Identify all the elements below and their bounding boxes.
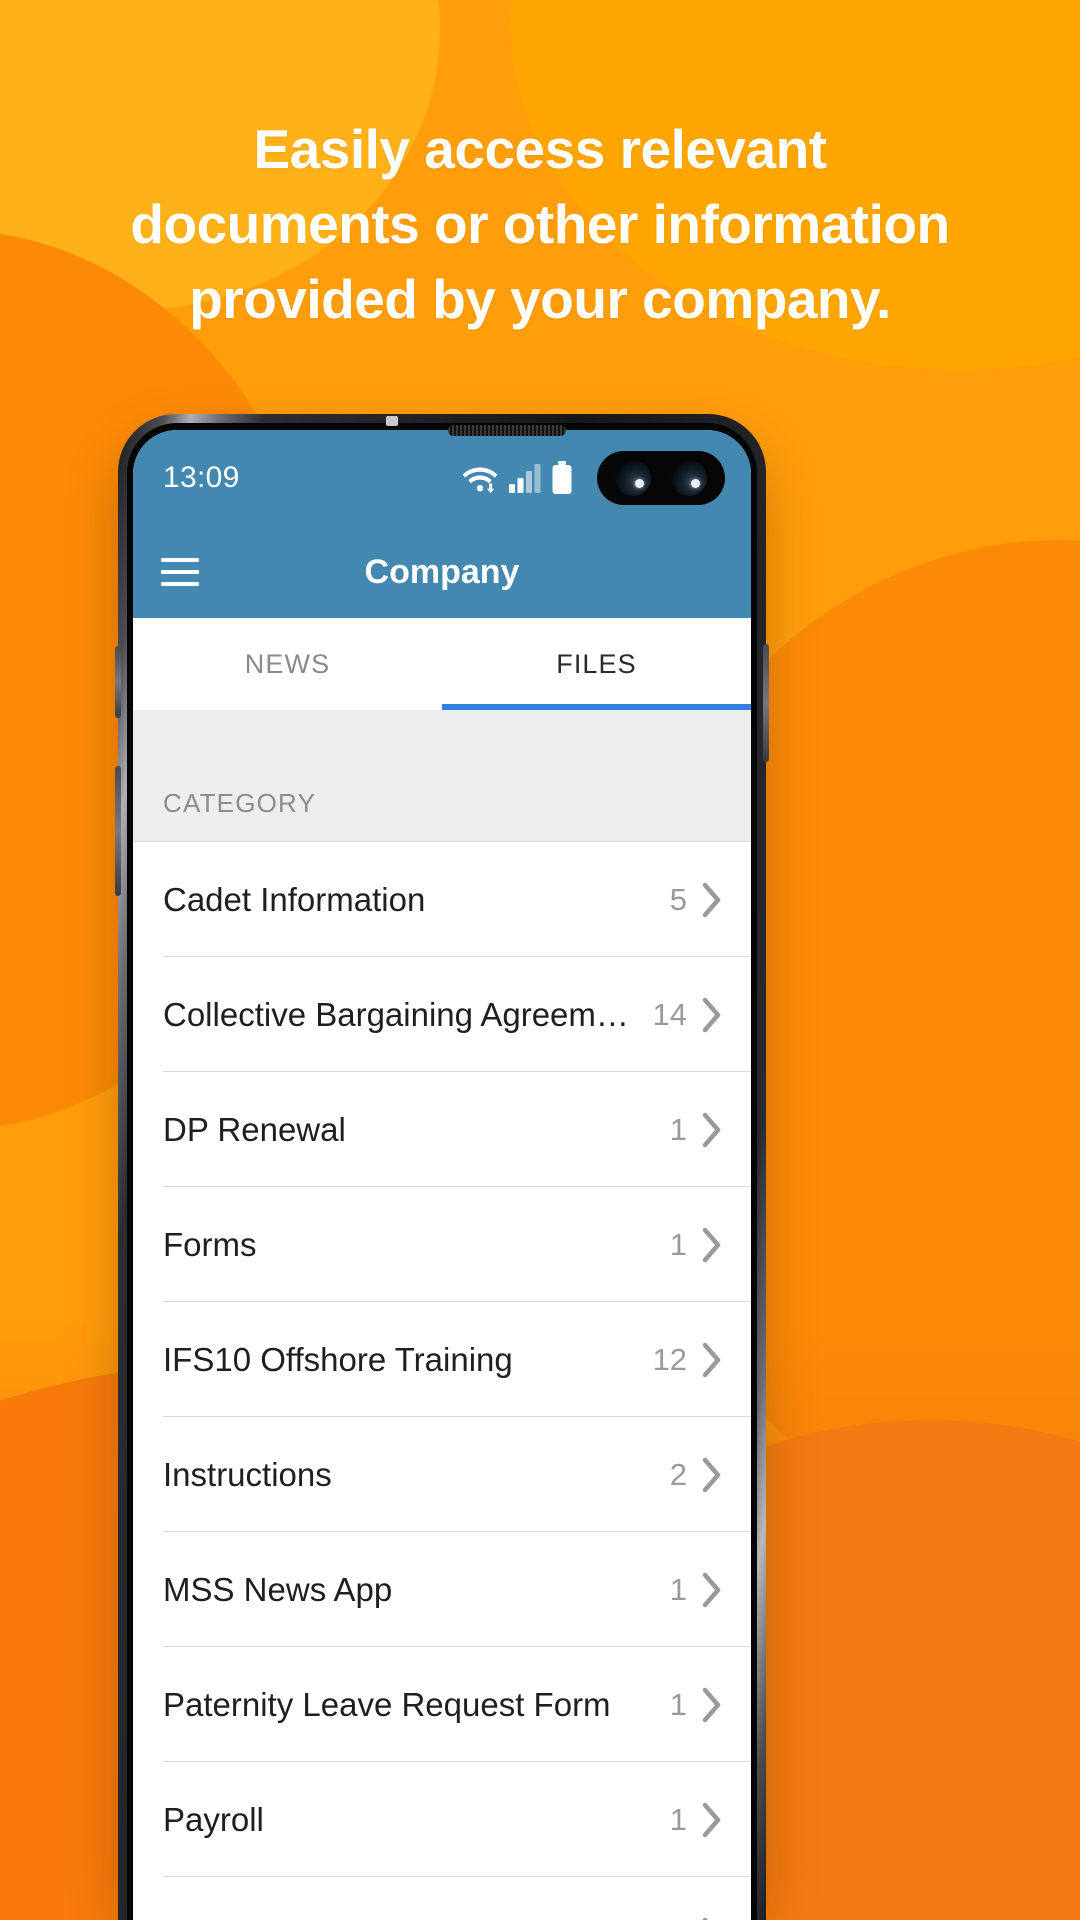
hamburger-menu-icon[interactable] xyxy=(161,558,199,586)
list-item-label: Paternity Leave Request Form xyxy=(163,1685,611,1723)
list-item[interactable]: Privacy Statement 1 xyxy=(133,1877,751,1920)
list-item-label: Privacy Statement xyxy=(163,1916,670,1920)
battery-icon xyxy=(552,461,572,494)
promo-screenshot: Easily access relevant documents or othe… xyxy=(0,0,1080,1920)
list-item[interactable]: Cadet Information 5 xyxy=(133,842,751,957)
headline-line-3: provided by your company. xyxy=(189,268,891,330)
list-item[interactable]: Forms 1 xyxy=(133,1187,751,1302)
camera-lens xyxy=(671,460,707,496)
chevron-right-icon xyxy=(702,1342,721,1377)
chevron-right-icon xyxy=(702,1112,721,1147)
list-item-label: DP Renewal xyxy=(163,1110,346,1148)
chevron-right-icon xyxy=(702,997,721,1032)
headline-line-1: Easily access relevant xyxy=(253,118,827,180)
list-item[interactable]: Paternity Leave Request Form 1 xyxy=(133,1647,751,1762)
tab-bar: NEWS FILES xyxy=(133,618,751,710)
list-item[interactable]: IFS10 Offshore Training 12 xyxy=(133,1302,751,1417)
chevron-right-icon xyxy=(702,882,721,917)
list-item-label: Payroll xyxy=(163,1800,264,1838)
front-camera-cutout xyxy=(597,451,725,505)
list-item-count: 1 xyxy=(669,1686,687,1722)
list-item-label: Instructions xyxy=(163,1455,332,1493)
list-item-count: 1 xyxy=(670,1917,687,1920)
phone-mockup: 13:09 Company NEWS FILES CATEGORY Cadet … xyxy=(115,414,769,1920)
list-item[interactable]: Instructions 2 xyxy=(133,1417,751,1532)
signal-icon xyxy=(509,464,541,493)
phone-volume-button[interactable] xyxy=(115,766,121,896)
list-item[interactable]: Collective Bargaining Agreements (C... 1… xyxy=(133,957,751,1072)
list-item-count: 1 xyxy=(669,1226,687,1262)
chevron-right-icon xyxy=(702,1687,721,1722)
list-item-label: Collective Bargaining Agreements (C... xyxy=(163,995,653,1033)
phone-bixby-button[interactable] xyxy=(115,646,121,718)
chevron-right-icon xyxy=(702,1227,721,1262)
list-item-count: 1 xyxy=(669,1111,687,1147)
phone-bezel: 13:09 Company NEWS FILES CATEGORY Cadet … xyxy=(127,423,757,1920)
list-section-header: CATEGORY xyxy=(133,710,751,842)
phone-screen: 13:09 Company NEWS FILES CATEGORY Cadet … xyxy=(133,430,751,1920)
tab-files[interactable]: FILES xyxy=(442,618,751,710)
list-item-count: 1 xyxy=(669,1801,687,1837)
tab-news[interactable]: NEWS xyxy=(133,618,442,710)
phone-power-button[interactable] xyxy=(763,644,769,762)
chevron-right-icon xyxy=(702,1802,721,1837)
status-clock: 13:09 xyxy=(163,461,240,494)
chevron-right-icon xyxy=(702,1457,721,1492)
headline-line-2: documents or other information xyxy=(130,193,950,255)
file-category-list: Cadet Information 5 Collective Bargainin… xyxy=(133,842,751,1920)
list-item[interactable]: DP Renewal 1 xyxy=(133,1072,751,1187)
chevron-right-icon xyxy=(702,1572,721,1607)
promo-headline: Easily access relevant documents or othe… xyxy=(0,112,1080,337)
list-item[interactable]: MSS News App 1 xyxy=(133,1532,751,1647)
status-icons xyxy=(461,451,725,505)
earpiece-speaker xyxy=(448,425,566,436)
app-bar-title: Company xyxy=(364,552,520,591)
list-item-count: 12 xyxy=(652,1341,687,1377)
camera-lens xyxy=(615,460,651,496)
chevron-right-icon xyxy=(702,1917,709,1920)
proximity-sensor xyxy=(386,416,398,426)
status-bar: 13:09 xyxy=(133,430,751,526)
list-item-count: 1 xyxy=(669,1571,687,1607)
list-item-label: MSS News App xyxy=(163,1570,393,1608)
list-item-count: 5 xyxy=(669,881,687,917)
list-item-label: IFS10 Offshore Training xyxy=(163,1340,513,1378)
app-bar: Company xyxy=(133,526,751,618)
phone-frame: 13:09 Company NEWS FILES CATEGORY Cadet … xyxy=(115,414,769,1920)
list-item-count: 2 xyxy=(669,1456,687,1492)
list-item-count: 14 xyxy=(652,996,687,1032)
list-item[interactable]: Payroll 1 xyxy=(133,1762,751,1877)
wifi-icon xyxy=(462,467,498,493)
list-item-label: Forms xyxy=(163,1225,257,1263)
list-item-label: Cadet Information xyxy=(163,880,426,918)
